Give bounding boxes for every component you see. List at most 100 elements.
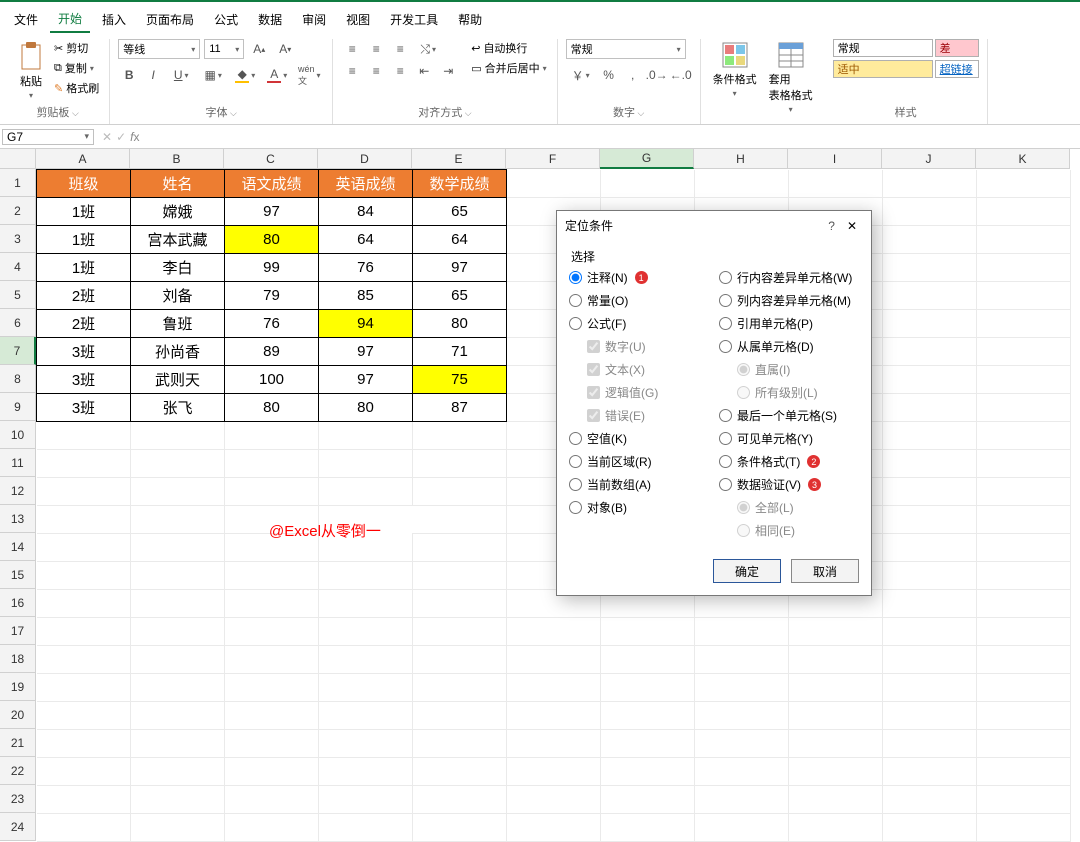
cell-K2[interactable] <box>977 198 1071 226</box>
font-size-select[interactable]: 11▾ <box>204 39 244 59</box>
cell-D15[interactable] <box>319 562 413 590</box>
cell-B9[interactable]: 张飞 <box>131 394 225 422</box>
cell-C23[interactable] <box>225 786 319 814</box>
increase-font-icon[interactable]: A▴ <box>248 39 270 59</box>
cell-G20[interactable] <box>601 702 695 730</box>
cell-K14[interactable] <box>977 534 1071 562</box>
cell-G21[interactable] <box>601 730 695 758</box>
opt-current-region[interactable]: 当前区域(R) <box>569 453 709 470</box>
row-header-13[interactable]: 13 <box>0 505 36 533</box>
cell-C4[interactable]: 99 <box>225 254 319 282</box>
cell-A17[interactable] <box>37 618 131 646</box>
merge-center-button[interactable]: ▭合并后居中 ▾ <box>469 59 548 77</box>
cell-B12[interactable] <box>131 478 225 506</box>
menu-formulas[interactable]: 公式 <box>206 7 246 32</box>
row-header-24[interactable]: 24 <box>0 813 36 841</box>
cell-J15[interactable] <box>883 562 977 590</box>
col-header-B[interactable]: B <box>130 149 224 169</box>
cell-K24[interactable] <box>977 814 1071 842</box>
cell-J23[interactable] <box>883 786 977 814</box>
row-header-14[interactable]: 14 <box>0 533 36 561</box>
cell-K9[interactable] <box>977 394 1071 422</box>
cell-E8[interactable]: 75 <box>413 366 507 394</box>
row-header-9[interactable]: 9 <box>0 393 36 421</box>
cell-C5[interactable]: 79 <box>225 282 319 310</box>
cell-B5[interactable]: 刘备 <box>131 282 225 310</box>
cancel-formula-icon[interactable]: ✕ <box>102 130 112 144</box>
cell-K18[interactable] <box>977 646 1071 674</box>
cell-E2[interactable]: 65 <box>413 198 507 226</box>
cell-D24[interactable] <box>319 814 413 842</box>
number-format-select[interactable]: 常规▾ <box>566 39 686 59</box>
italic-button[interactable]: I <box>142 65 164 85</box>
align-middle-icon[interactable]: ≡ <box>365 39 387 59</box>
menu-view[interactable]: 视图 <box>338 7 378 32</box>
row-header-11[interactable]: 11 <box>0 449 36 477</box>
cell-K12[interactable] <box>977 478 1071 506</box>
cell-E6[interactable]: 80 <box>413 310 507 338</box>
cell-A23[interactable] <box>37 786 131 814</box>
cell-J17[interactable] <box>883 618 977 646</box>
col-header-C[interactable]: C <box>224 149 318 169</box>
wrap-text-button[interactable]: ↩自动换行 <box>469 39 548 57</box>
cell-C9[interactable]: 80 <box>225 394 319 422</box>
row-header-6[interactable]: 6 <box>0 309 36 337</box>
cell-K3[interactable] <box>977 226 1071 254</box>
cell-D9[interactable]: 80 <box>319 394 413 422</box>
font-color-button[interactable]: A <box>262 65 292 85</box>
row-header-19[interactable]: 19 <box>0 673 36 701</box>
row-header-23[interactable]: 23 <box>0 785 36 813</box>
orientation-icon[interactable]: ⤭ <box>413 39 443 59</box>
col-header-J[interactable]: J <box>882 149 976 169</box>
cell-J22[interactable] <box>883 758 977 786</box>
row-header-20[interactable]: 20 <box>0 701 36 729</box>
cell-D8[interactable]: 97 <box>319 366 413 394</box>
cell-C6[interactable]: 76 <box>225 310 319 338</box>
bold-button[interactable]: B <box>118 65 140 85</box>
cell-A6[interactable]: 2班 <box>37 310 131 338</box>
opt-cond-format[interactable]: 条件格式(T)2 <box>719 453 859 470</box>
cell-A14[interactable] <box>37 534 131 562</box>
format-painter-button[interactable]: ✎格式刷 <box>52 79 101 97</box>
cell-G23[interactable] <box>601 786 695 814</box>
borders-button[interactable]: ▦ <box>198 65 228 85</box>
cell-C11[interactable] <box>225 450 319 478</box>
name-box[interactable]: G7▾ <box>2 129 94 145</box>
cell-J5[interactable] <box>883 282 977 310</box>
menu-help[interactable]: 帮助 <box>450 7 490 32</box>
cell-E3[interactable]: 64 <box>413 226 507 254</box>
cell-B7[interactable]: 孙尚香 <box>131 338 225 366</box>
cell-C17[interactable] <box>225 618 319 646</box>
cell-B20[interactable] <box>131 702 225 730</box>
cell-J3[interactable] <box>883 226 977 254</box>
row-header-16[interactable]: 16 <box>0 589 36 617</box>
cell-J20[interactable] <box>883 702 977 730</box>
align-left-icon[interactable]: ≡ <box>341 61 363 81</box>
cell-I1[interactable] <box>789 170 883 198</box>
cell-D4[interactable]: 76 <box>319 254 413 282</box>
cell-E16[interactable] <box>413 590 507 618</box>
cell-C19[interactable] <box>225 674 319 702</box>
cell-J19[interactable] <box>883 674 977 702</box>
cell-G22[interactable] <box>601 758 695 786</box>
cell-F23[interactable] <box>507 786 601 814</box>
cell-F17[interactable] <box>507 618 601 646</box>
cell-G17[interactable] <box>601 618 695 646</box>
opt-blanks[interactable]: 空值(K) <box>569 430 709 447</box>
cell-J14[interactable] <box>883 534 977 562</box>
phonetic-button[interactable]: wén文 <box>294 65 324 85</box>
cell-J9[interactable] <box>883 394 977 422</box>
underline-button[interactable]: U <box>166 65 196 85</box>
indent-increase-icon[interactable]: ⇥ <box>437 61 459 81</box>
row-header-22[interactable]: 22 <box>0 757 36 785</box>
align-right-icon[interactable]: ≡ <box>389 61 411 81</box>
cell-I19[interactable] <box>789 674 883 702</box>
cell-C12[interactable] <box>225 478 319 506</box>
cell-C22[interactable] <box>225 758 319 786</box>
cell-K11[interactable] <box>977 450 1071 478</box>
cell-E7[interactable]: 71 <box>413 338 507 366</box>
cell-K6[interactable] <box>977 310 1071 338</box>
row-header-18[interactable]: 18 <box>0 645 36 673</box>
cell-B19[interactable] <box>131 674 225 702</box>
cell-A3[interactable]: 1班 <box>37 226 131 254</box>
